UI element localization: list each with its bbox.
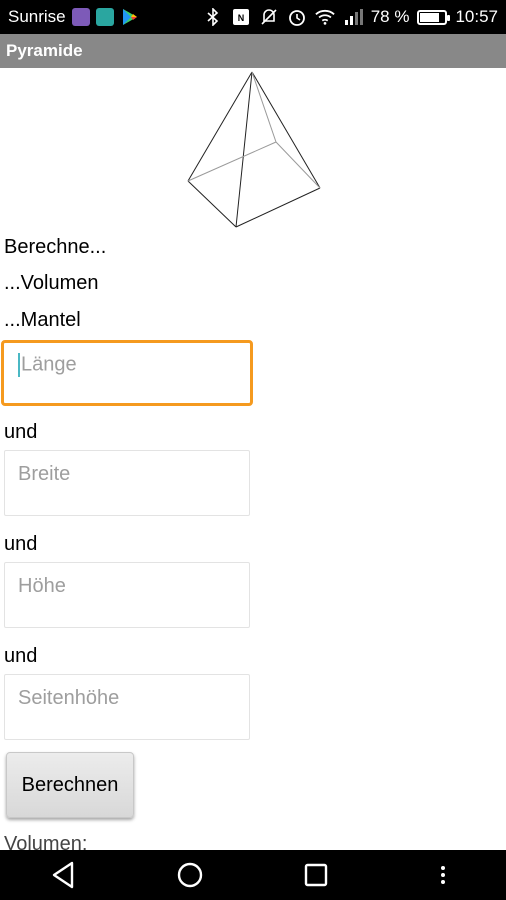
- und-label-3: und: [4, 645, 38, 667]
- seitenhoehe-placeholder: Seitenhöhe: [18, 687, 120, 709]
- und-label-2: und: [4, 533, 38, 555]
- pyramid-image: [187, 71, 321, 228]
- menu-icon[interactable]: [423, 855, 463, 895]
- play-store-icon: [120, 7, 140, 27]
- battery-percent: 78 %: [370, 7, 410, 26]
- app-title: Pyramide: [6, 41, 83, 60]
- option-mantel-label: ...Mantel: [4, 309, 81, 331]
- text-cursor: [18, 353, 20, 377]
- intro-label: Berechne...: [4, 236, 107, 258]
- wifi-icon: [315, 7, 335, 27]
- battery-icon: [417, 9, 451, 25]
- recents-icon[interactable]: [296, 855, 336, 895]
- bluetooth-icon: [203, 7, 223, 27]
- breite-input[interactable]: Breite: [4, 450, 250, 516]
- back-icon[interactable]: [43, 855, 83, 895]
- berechnen-button[interactable]: Berechnen: [6, 752, 134, 818]
- carrier-label: Sunrise: [8, 7, 66, 26]
- breite-placeholder: Breite: [18, 463, 71, 485]
- und-label-1: und: [4, 421, 38, 443]
- hoehe-input[interactable]: Höhe: [4, 562, 250, 628]
- viber-icon: [71, 8, 90, 26]
- clock: 10:57: [455, 7, 498, 26]
- navigation-bar: [0, 850, 506, 900]
- svg-text:N: N: [237, 13, 244, 23]
- tv-icon: [95, 8, 114, 26]
- signal-icon: [343, 7, 363, 27]
- app-title-bar: Pyramide: [0, 34, 506, 68]
- laenge-placeholder: Länge: [21, 353, 77, 376]
- seitenhoehe-input[interactable]: Seitenhöhe: [4, 674, 250, 740]
- status-bar: Sunrise N 78 % 10:57: [0, 0, 506, 34]
- mute-icon: [259, 7, 279, 27]
- nfc-icon: N: [231, 7, 251, 27]
- home-icon[interactable]: [170, 855, 210, 895]
- main-content: Berechne... ...Volumen ...Mantel Länge u…: [0, 68, 506, 850]
- hoehe-placeholder: Höhe: [18, 575, 66, 597]
- alarm-icon: [287, 7, 307, 27]
- volumen-result-label: Volumen:: [4, 833, 88, 850]
- option-volume-label: ...Volumen: [4, 272, 99, 294]
- laenge-input[interactable]: Länge: [1, 340, 253, 406]
